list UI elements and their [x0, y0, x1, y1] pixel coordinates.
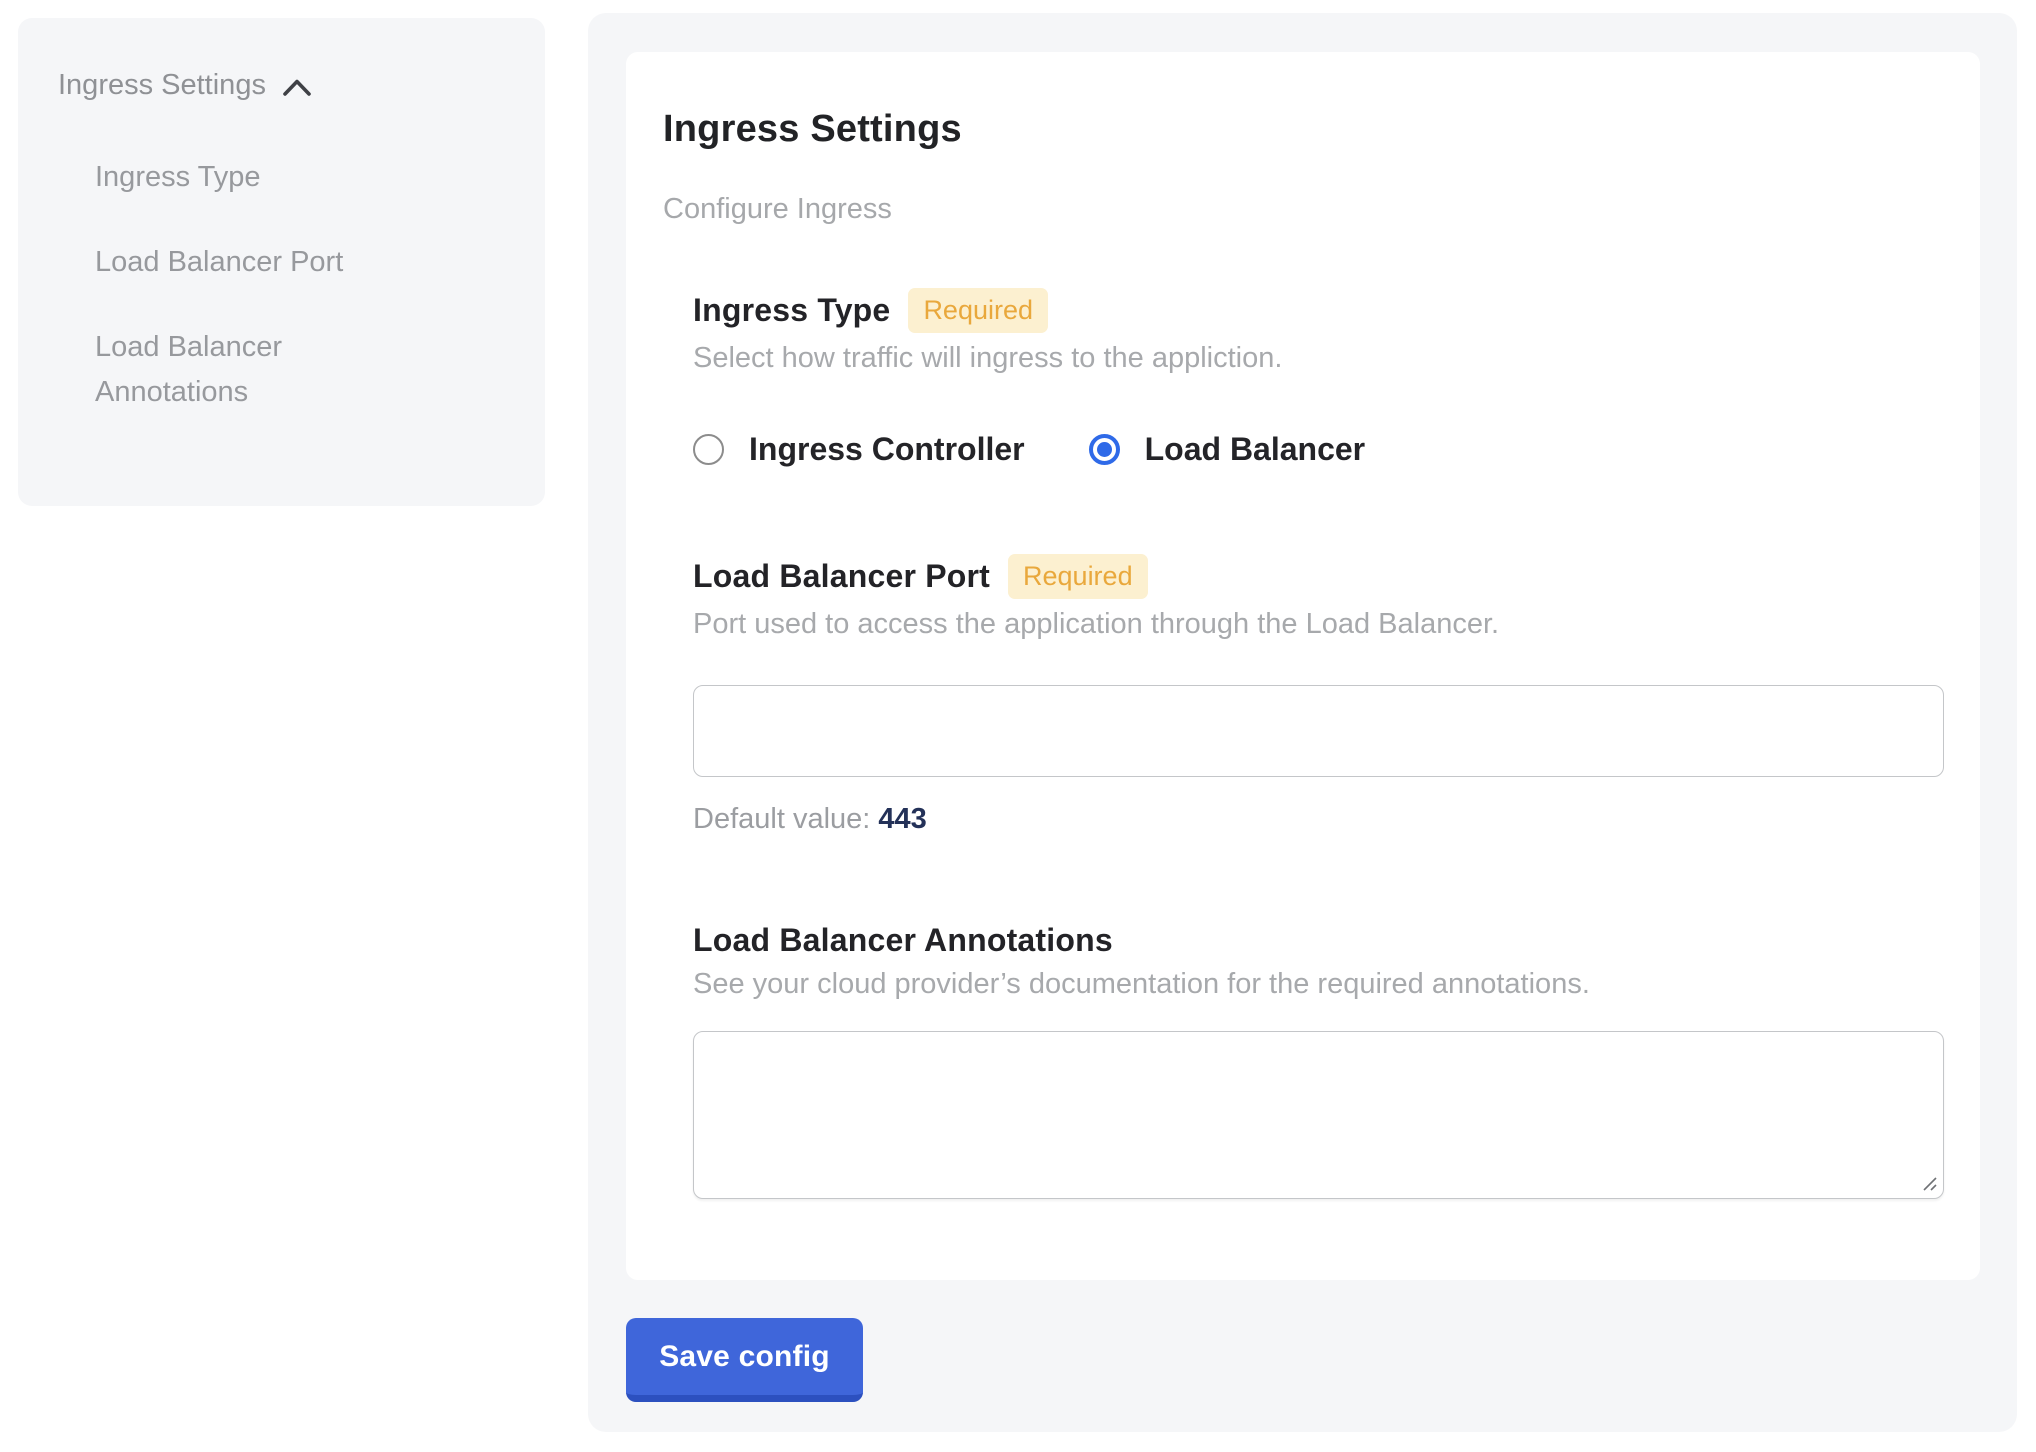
ingress-type-description: Select how traffic will ingress to the a…: [693, 342, 1944, 375]
field-load-balancer-annotations: Load Balancer Annotations See your cloud…: [693, 922, 1944, 1199]
sidebar-item-load-balancer-annotations[interactable]: Load Balancer Annotations: [95, 325, 435, 415]
ingress-type-radio-group: Ingress Controller Load Balancer: [693, 431, 1944, 468]
required-badge: Required: [1008, 554, 1148, 599]
chevron-up-icon: [282, 78, 312, 97]
lb-port-label: Load Balancer Port: [693, 558, 990, 595]
radio-selected-icon[interactable]: [1089, 434, 1120, 465]
field-load-balancer-port: Load Balancer Port Required Port used to…: [693, 554, 1944, 836]
lb-port-input[interactable]: [693, 685, 1944, 777]
field-ingress-type: Ingress Type Required Select how traffic…: [693, 288, 1944, 468]
sidebar-section-toggle[interactable]: Ingress Settings: [58, 68, 517, 103]
lb-annotations-description: See your cloud provider’s documentation …: [693, 968, 1944, 1001]
lb-port-description: Port used to access the application thro…: [693, 608, 1944, 641]
default-value-number: 443: [878, 803, 926, 835]
radio-option-load-balancer[interactable]: Load Balancer: [1089, 431, 1366, 468]
radio-dot: [1097, 442, 1112, 457]
radio-label-ingress-controller: Ingress Controller: [749, 431, 1025, 468]
radio-unselected-icon[interactable]: [693, 434, 724, 465]
radio-option-ingress-controller[interactable]: Ingress Controller: [693, 431, 1025, 468]
lb-annotations-textarea[interactable]: [693, 1031, 1944, 1199]
sidebar-item-ingress-type[interactable]: Ingress Type: [95, 155, 435, 200]
sidebar-item-list: Ingress Type Load Balancer Port Load Bal…: [95, 155, 435, 415]
sidebar-section-title: Ingress Settings: [58, 68, 266, 103]
page-title: Ingress Settings: [663, 108, 1944, 151]
radio-label-load-balancer: Load Balancer: [1145, 431, 1366, 468]
page-subtitle: Configure Ingress: [663, 193, 1944, 226]
ingress-type-label: Ingress Type: [693, 292, 890, 329]
sidebar-item-load-balancer-port[interactable]: Load Balancer Port: [95, 240, 435, 285]
ingress-settings-card: Ingress Settings Configure Ingress Ingre…: [626, 52, 1980, 1280]
settings-toc-sidebar: Ingress Settings Ingress Type Load Balan…: [18, 18, 545, 506]
form-fields: Ingress Type Required Select how traffic…: [693, 288, 1944, 1199]
ingress-settings-panel: Ingress Settings Configure Ingress Ingre…: [588, 13, 2017, 1432]
save-config-button[interactable]: Save config: [626, 1318, 863, 1402]
default-value-label: Default value:: [693, 803, 870, 835]
resize-grip-icon[interactable]: [1919, 1173, 1939, 1193]
lb-port-default-row: Default value: 443: [693, 803, 1944, 836]
required-badge: Required: [908, 288, 1048, 333]
lb-annotations-label: Load Balancer Annotations: [693, 922, 1113, 959]
